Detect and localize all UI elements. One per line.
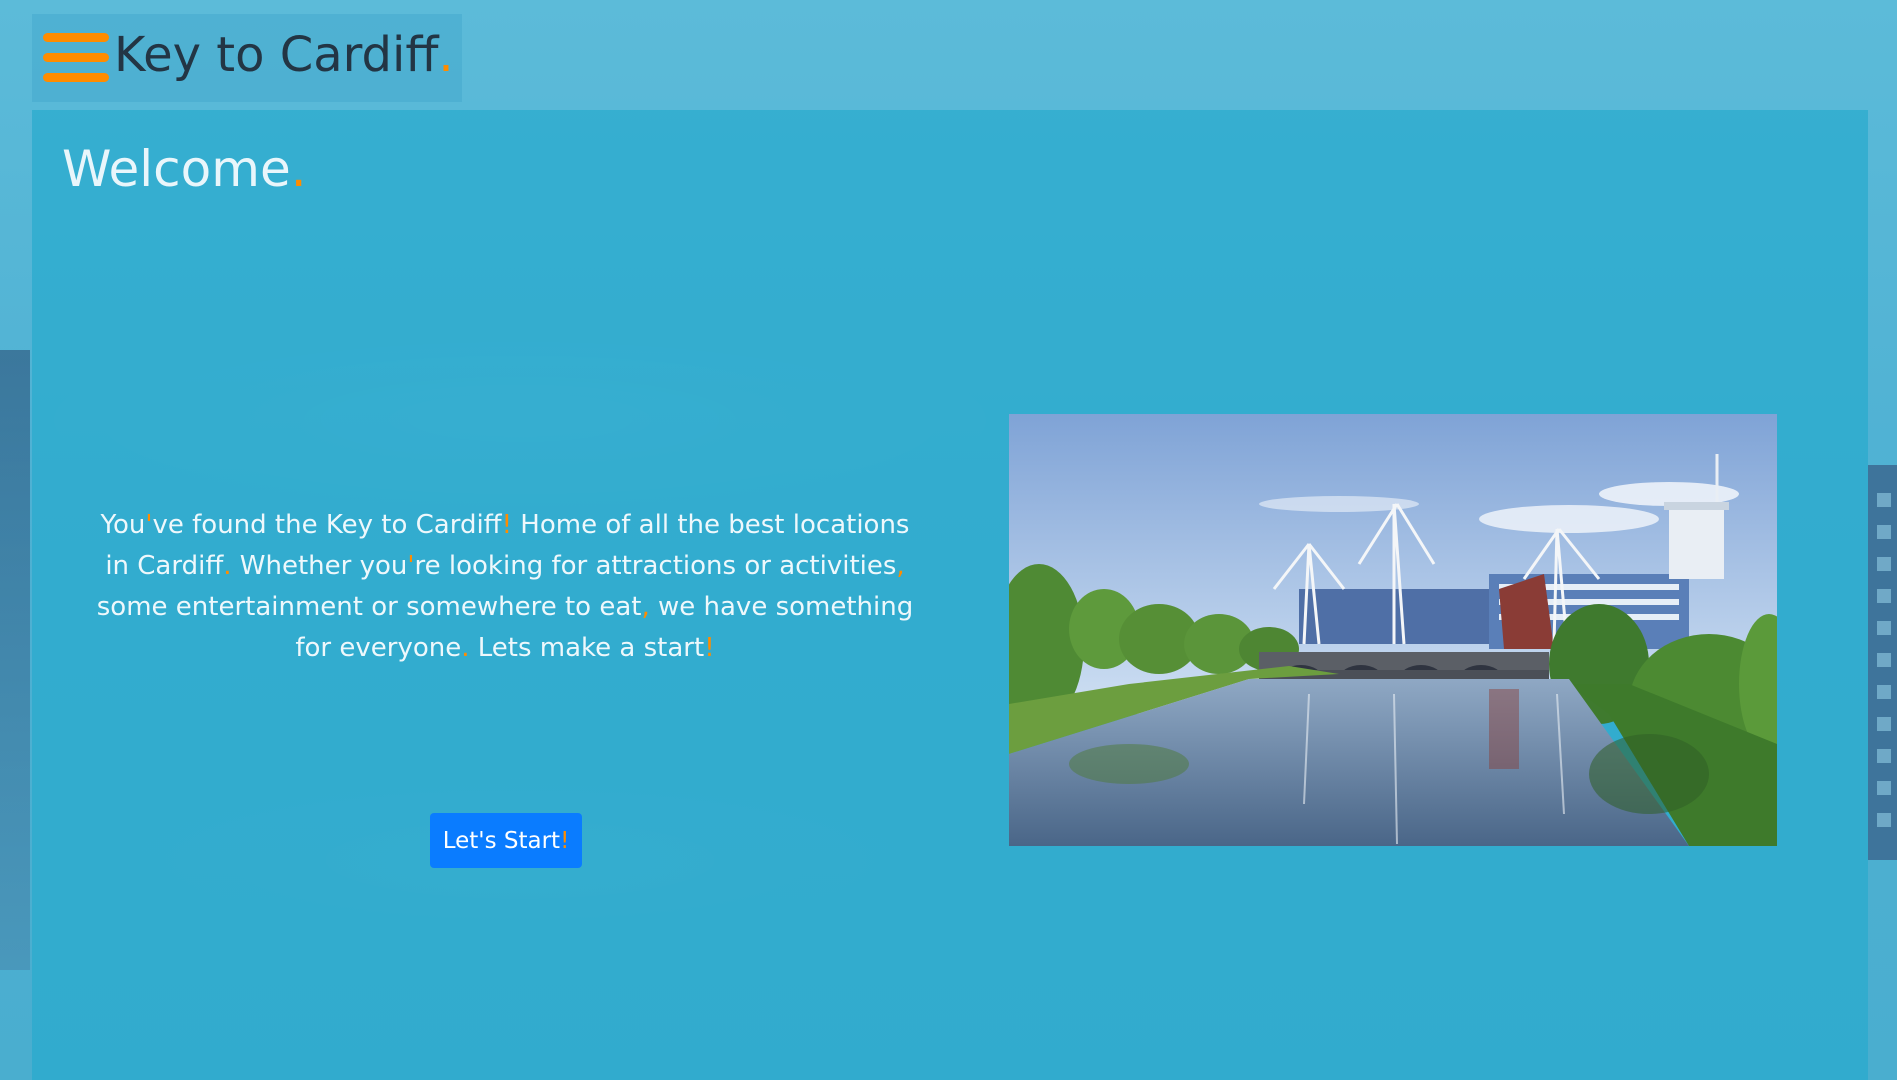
intro-punct: '	[407, 551, 415, 581]
brand-dot: .	[438, 27, 454, 83]
intro-segment: You	[100, 510, 146, 540]
intro-punct: ,	[896, 551, 905, 581]
site-header: Key to Cardiff.	[32, 14, 462, 102]
lets-start-mark: !	[560, 827, 570, 854]
intro-punct: !	[704, 633, 715, 663]
site-brand[interactable]: Key to Cardiff.	[114, 24, 454, 86]
intro-text: You've found the Key to Cardiff! Home of…	[90, 505, 920, 669]
intro-segment: re looking for attractions or activities	[414, 551, 897, 581]
lets-start-button[interactable]: Let's Start!	[430, 813, 582, 868]
intro-segment: Lets make a start	[469, 633, 705, 663]
background-building-right	[1868, 465, 1897, 860]
brand-text: Key to Cardiff	[114, 27, 439, 83]
page-title-dot: .	[290, 140, 307, 198]
intro-segment: ve found the Key to Cardiff	[152, 510, 502, 540]
background-building-left	[0, 350, 30, 970]
intro-segment: some entertainment or somewhere to eat	[96, 592, 642, 622]
cardiff-stadium-photo	[1009, 414, 1777, 846]
page-title-text: Welcome	[62, 140, 291, 198]
intro-punct: ,	[641, 592, 650, 622]
intro-punct: '	[145, 510, 153, 540]
lets-start-label: Let's Start	[442, 827, 561, 854]
hamburger-menu-icon[interactable]	[43, 33, 109, 83]
intro-segment: Whether you	[231, 551, 408, 581]
intro-punct: .	[223, 551, 232, 581]
page-title: Welcome.	[62, 140, 307, 198]
intro-punct: !	[501, 510, 513, 540]
